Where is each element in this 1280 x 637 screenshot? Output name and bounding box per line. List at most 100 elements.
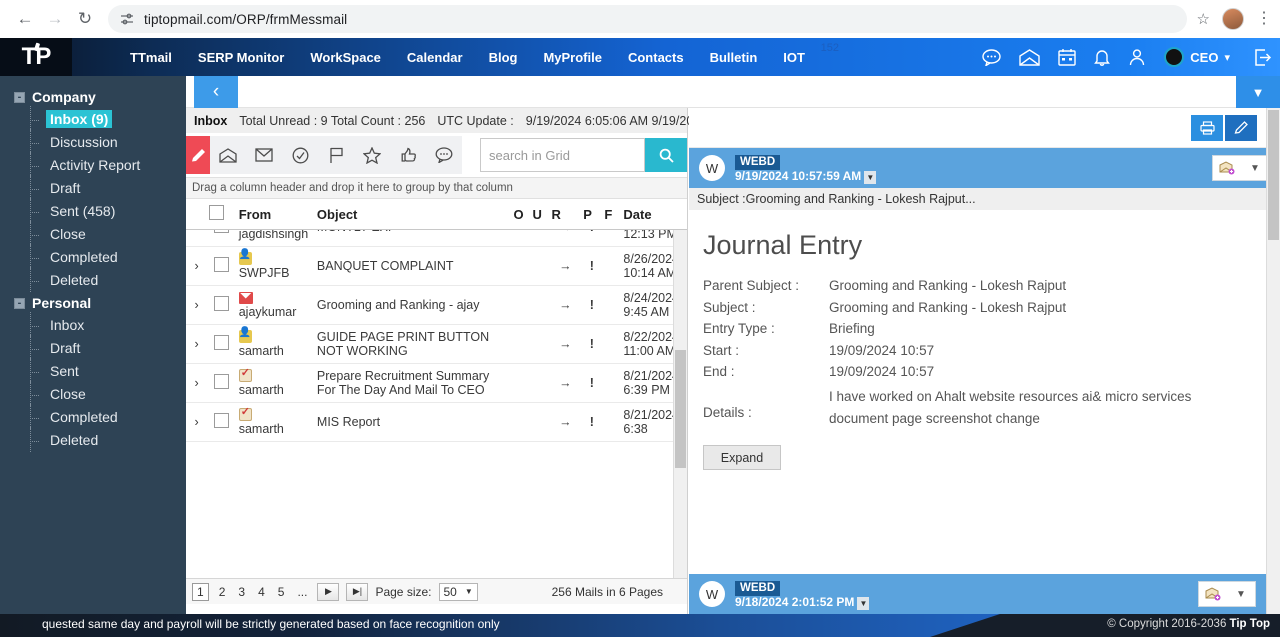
table-row[interactable]: › jagdishsingh MONTLY EXP → ! 8/26/2024 … [186,230,687,247]
page-size-select[interactable]: 50 ▼ [438,582,478,601]
col-select-all[interactable] [207,199,237,230]
chevron-down-icon[interactable]: ▼ [864,170,877,184]
row-expand-icon[interactable]: › [186,324,208,364]
nav-iot[interactable]: IOT [783,50,805,65]
col-u[interactable]: U [530,199,550,230]
table-row[interactable]: › samarth MIS Report → ! 8/21/2024 6:38 [186,402,687,442]
chevron-down-icon[interactable]: ▾ [1224,51,1230,64]
row-checkbox[interactable] [214,413,230,428]
sidebar-item-company-close[interactable]: Close [0,221,186,246]
sidebar-item-personal-completed[interactable]: Completed [0,404,186,429]
sidebar-item-company-inbox[interactable]: Inbox (9) [0,106,186,131]
check-circle-icon[interactable] [290,147,310,164]
bell-icon[interactable] [1094,48,1111,66]
nav-blog[interactable]: Blog [489,50,518,65]
users-icon[interactable] [1128,48,1146,66]
print-button[interactable] [1191,114,1223,141]
row-checkbox[interactable] [214,335,230,350]
page-3[interactable]: 3 [235,585,248,599]
detail-scrollbar-thumb[interactable] [1268,110,1279,240]
compose-button[interactable] [186,136,210,174]
sidebar-group-header-company[interactable]: - Company [0,86,186,108]
back-arrow-icon[interactable]: ← [10,4,40,34]
forward-arrow-icon[interactable]: → [40,4,70,34]
select-all-checkbox[interactable] [209,205,225,220]
next-page-icon[interactable]: ▶ [317,582,340,601]
page-1[interactable]: 1 [192,582,209,601]
thumbs-up-icon[interactable] [398,147,418,164]
user-menu[interactable]: CEO ▾ [1164,47,1230,67]
nav-bulletin[interactable]: Bulletin [710,50,758,65]
sidebar-item-personal-sent[interactable]: Sent [0,358,186,383]
chevron-down-icon[interactable]: ▼ [1236,76,1280,108]
address-bar[interactable]: tiptopmail.com/ORP/frmMessmail [108,5,1187,33]
col-date[interactable]: Date [621,199,687,230]
search-button[interactable] [645,138,687,172]
nav-workspace[interactable]: WorkSpace [310,50,381,65]
mail-open-icon[interactable] [1019,48,1040,66]
star-icon[interactable] [362,146,382,164]
row-checkbox[interactable] [214,230,230,233]
chevron-down-icon[interactable]: ▼ [857,596,870,610]
edit-button[interactable] [1225,114,1257,141]
collapse-toggle-icon[interactable]: - [14,297,25,309]
message-header-2[interactable]: W WEBD 9/18/2024 2:01:52 PM ▼ ▼ [689,574,1266,614]
reload-icon[interactable]: ↻ [70,4,100,34]
col-r[interactable]: R [549,199,582,230]
star-icon[interactable]: ☆ [1197,10,1210,28]
nav-serp-monitor[interactable]: SERP Monitor [198,50,284,65]
col-o[interactable]: O [511,199,531,230]
browser-profile-avatar[interactable] [1222,8,1244,30]
sidebar-item-personal-draft[interactable]: Draft [0,335,186,360]
sidebar-item-personal-inbox[interactable]: Inbox [0,312,186,337]
nav-contacts[interactable]: Contacts [628,50,684,65]
calendar-icon[interactable] [1058,48,1076,66]
row-expand-icon[interactable]: › [186,246,208,286]
sidebar-item-personal-deleted[interactable]: Deleted [0,427,186,452]
nav-myprofile[interactable]: MyProfile [543,50,602,65]
site-settings-icon[interactable] [120,12,134,26]
app-logo[interactable]: TP [0,38,72,76]
row-checkbox[interactable] [214,257,230,272]
sidebar-item-company-activity-report[interactable]: Activity Report [0,152,186,177]
row-expand-icon[interactable]: › [186,230,208,247]
logout-icon[interactable] [1248,48,1272,66]
grid-tab-inbox[interactable]: Inbox [194,114,227,128]
message-header-1[interactable]: W WEBD 9/19/2024 10:57:59 AM ▼ ▼ [689,148,1280,188]
row-expand-icon[interactable]: › [186,363,208,403]
nav-ttmail[interactable]: TTmail [130,50,172,65]
sidebar-item-company-sent[interactable]: Sent (458) [0,198,186,223]
table-row[interactable]: › samarth GUIDE PAGE PRINT BUTTON NOT WO… [186,324,687,364]
page-4[interactable]: 4 [255,585,268,599]
reply-mail-icon[interactable] [1199,587,1227,601]
reply-mail-icon[interactable] [1213,161,1241,175]
open-envelope-icon[interactable] [218,147,238,163]
flag-icon[interactable] [326,147,346,164]
chevron-down-icon[interactable]: ▼ [1227,589,1255,600]
row-expand-icon[interactable]: › [186,285,208,325]
chevron-down-icon[interactable]: ▼ [465,587,473,596]
col-p[interactable]: P [581,199,603,230]
page-5[interactable]: 5 [275,585,288,599]
page-2[interactable]: 2 [216,585,229,599]
sidebar-item-personal-close[interactable]: Close [0,381,186,406]
kebab-menu-icon[interactable]: ⋮ [1256,11,1272,27]
table-row[interactable]: › SWPJFB BANQUET COMPLAINT → ! 8/26/2024… [186,246,687,286]
sidebar-item-company-deleted[interactable]: Deleted [0,267,186,292]
col-from[interactable]: From [236,199,315,230]
expand-button[interactable]: Expand [703,445,781,471]
row-checkbox[interactable] [214,296,230,311]
nav-calendar[interactable]: Calendar [407,50,463,65]
sidebar-item-company-completed[interactable]: Completed [0,244,186,269]
chat-bubble-icon[interactable] [434,147,454,163]
chevron-down-icon[interactable]: ▼ [1241,163,1269,174]
chevron-left-icon[interactable]: ‹ [194,76,238,108]
col-f[interactable]: F [602,199,622,230]
table-row[interactable]: › samarth Prepare Recruitment Summary Fo… [186,363,687,403]
last-page-icon[interactable]: ▶| [346,582,369,601]
row-checkbox[interactable] [214,374,230,389]
collapse-toggle-icon[interactable]: - [14,91,25,103]
grid-scrollbar-thumb[interactable] [675,350,686,468]
col-object[interactable]: Object [314,199,512,230]
sidebar-group-header-personal[interactable]: - Personal [0,292,186,314]
